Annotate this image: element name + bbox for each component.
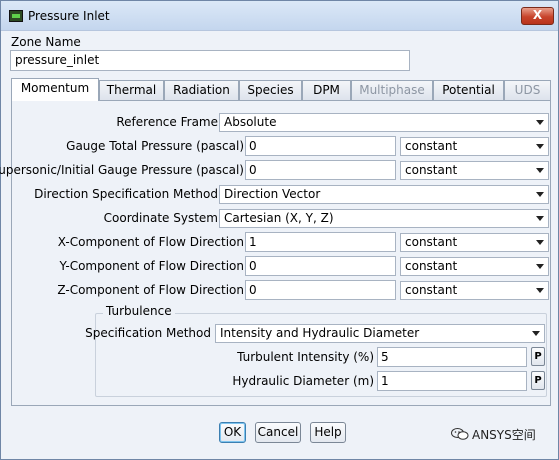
z-component-label: Z-Component of Flow Direction <box>57 283 244 297</box>
chevron-down-icon <box>536 168 544 173</box>
chevron-down-icon <box>536 288 544 293</box>
chevron-down-icon <box>536 264 544 269</box>
tab-momentum[interactable]: Momentum <box>11 78 99 101</box>
coordinate-system-value: Cartesian (X, Y, Z) <box>224 211 334 225</box>
gauge-total-pressure-input[interactable]: 0 <box>245 136 396 156</box>
tab-dpm[interactable]: DPM <box>302 80 351 100</box>
turbulence-spec-method-dropdown[interactable]: Intensity and Hydraulic Diameter <box>215 324 545 343</box>
hydraulic-diameter-label: Hydraulic Diameter (m) <box>232 374 374 388</box>
watermark-text: ANSYS空间 <box>472 428 536 442</box>
wechat-icon <box>451 428 469 440</box>
supersonic-pressure-method-dropdown[interactable]: constant <box>400 161 549 180</box>
zone-name-input[interactable]: pressure_inlet <box>10 50 410 71</box>
reference-frame-label: Reference Frame <box>116 115 218 129</box>
help-button[interactable]: Help <box>310 422 346 443</box>
x-component-label: X-Component of Flow Direction <box>57 235 244 249</box>
tab-species[interactable]: Species <box>239 80 302 100</box>
coordinate-system-dropdown[interactable]: Cartesian (X, Y, Z) <box>219 209 549 228</box>
y-component-label: Y-Component of Flow Direction <box>59 259 244 273</box>
gauge-total-pressure-method-dropdown[interactable]: constant <box>400 137 549 156</box>
y-component-method: constant <box>405 259 458 273</box>
supersonic-pressure-label: Supersonic/Initial Gauge Pressure (pasca… <box>0 163 244 177</box>
tab-potential[interactable]: Potential <box>433 80 504 100</box>
close-button[interactable]: X <box>521 7 554 25</box>
x-component-method: constant <box>405 235 458 249</box>
title-bar: Pressure Inlet X <box>1 1 558 31</box>
ok-button[interactable]: OK <box>219 422 246 443</box>
momentum-panel: Reference Frame Absolute Gauge Total Pre… <box>0 100 551 406</box>
cancel-button[interactable]: Cancel <box>255 422 301 443</box>
reference-frame-value: Absolute <box>224 115 277 129</box>
z-component-method: constant <box>405 283 458 297</box>
chevron-down-icon <box>536 216 544 221</box>
turbulence-group-title: Turbulence <box>103 304 175 318</box>
chevron-down-icon <box>536 192 544 197</box>
y-component-method-dropdown[interactable]: constant <box>400 257 549 276</box>
tab-bar: Momentum Thermal Radiation Species DPM M… <box>11 78 551 101</box>
x-component-method-dropdown[interactable]: constant <box>400 233 549 252</box>
hydraulic-diameter-input[interactable]: 1 <box>377 371 527 391</box>
watermark: ANSYS空间 <box>451 426 536 443</box>
zone-name-label: Zone Name <box>11 35 81 49</box>
chevron-down-icon <box>536 240 544 245</box>
coordinate-system-label: Coordinate System <box>103 211 218 225</box>
hydraulic-diameter-parameter-button[interactable]: P <box>531 371 545 390</box>
chevron-down-icon <box>532 331 540 336</box>
chevron-down-icon <box>536 120 544 125</box>
direction-method-dropdown[interactable]: Direction Vector <box>219 185 549 204</box>
tab-multiphase: Multiphase <box>351 80 433 100</box>
window-title: Pressure Inlet <box>28 9 110 23</box>
tab-radiation[interactable]: Radiation <box>164 80 239 100</box>
reference-frame-dropdown[interactable]: Absolute <box>219 113 549 132</box>
tab-thermal[interactable]: Thermal <box>99 80 164 100</box>
direction-method-label: Direction Specification Method <box>34 187 218 201</box>
chevron-down-icon <box>536 144 544 149</box>
z-component-method-dropdown[interactable]: constant <box>400 281 549 300</box>
turbulent-intensity-parameter-button[interactable]: P <box>531 347 545 366</box>
tab-uds: UDS <box>504 80 551 100</box>
supersonic-pressure-input[interactable]: 0 <box>245 160 396 180</box>
z-component-input[interactable]: 0 <box>245 280 396 300</box>
turbulent-intensity-label: Turbulent Intensity (%) <box>237 350 374 364</box>
turbulence-spec-method-value: Intensity and Hydraulic Diameter <box>220 326 420 340</box>
x-component-input[interactable]: 1 <box>245 232 396 252</box>
y-component-input[interactable]: 0 <box>245 256 396 276</box>
turbulent-intensity-input[interactable]: 5 <box>377 347 527 367</box>
gauge-total-pressure-label: Gauge Total Pressure (pascal) <box>66 139 244 153</box>
pressure-inlet-dialog: Pressure Inlet X Zone Name pressure_inle… <box>0 0 559 460</box>
app-icon <box>9 10 23 22</box>
gauge-total-pressure-method: constant <box>405 139 458 153</box>
turbulence-spec-method-label: Specification Method <box>85 326 211 340</box>
direction-method-value: Direction Vector <box>224 187 321 201</box>
supersonic-pressure-method: constant <box>405 163 458 177</box>
